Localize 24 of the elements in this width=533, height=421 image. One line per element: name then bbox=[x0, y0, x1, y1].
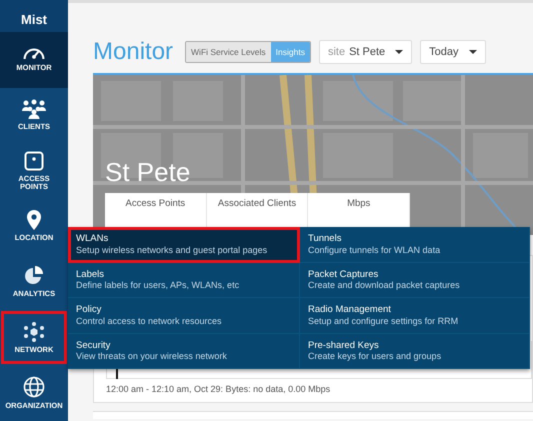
network-icon bbox=[23, 322, 45, 342]
menu-item[interactable]: Labels Define labels for users, APs, WLANs, etc bbox=[68, 262, 300, 298]
menu-item[interactable]: Tunnels Configure tunnels for WLAN data bbox=[300, 227, 530, 262]
toggle-tab[interactable]: WiFi Service Levels bbox=[186, 42, 271, 62]
pie-chart-icon bbox=[24, 266, 44, 286]
site-dropdown[interactable]: site St Pete bbox=[318, 40, 412, 64]
location-pin-icon bbox=[26, 210, 42, 230]
globe-icon bbox=[23, 376, 45, 398]
access-point-icon bbox=[24, 150, 44, 171]
site-name: St Pete bbox=[105, 156, 190, 189]
menu-item[interactable]: Policy Control access to network resources bbox=[68, 298, 300, 334]
page-title: Monitor bbox=[93, 37, 174, 67]
menu-item[interactable]: Radio Management Setup and configure settings for RRM bbox=[300, 298, 530, 334]
menu-item[interactable]: Security View threats on your wireless network bbox=[68, 334, 300, 369]
logo: Mist bbox=[0, 0, 68, 32]
menu-item[interactable]: Packet Captures Create and download packet captures bbox=[300, 262, 530, 298]
caret-icon bbox=[395, 50, 404, 54]
chart-caption: 12:00 am - 12:10 am, Oct 29: Bytes: no data, 0.00 Mbps bbox=[106, 382, 332, 396]
caret-icon bbox=[468, 50, 477, 54]
period-dropdown[interactable]: Today bbox=[420, 40, 486, 64]
people-icon bbox=[21, 99, 47, 120]
gauge-icon bbox=[23, 48, 45, 60]
menu-item[interactable]: WLANs Setup wireless networks and guest portal pages bbox=[68, 227, 300, 262]
menu-item[interactable]: Pre-shared Keys Create keys for users and groups bbox=[300, 334, 530, 369]
